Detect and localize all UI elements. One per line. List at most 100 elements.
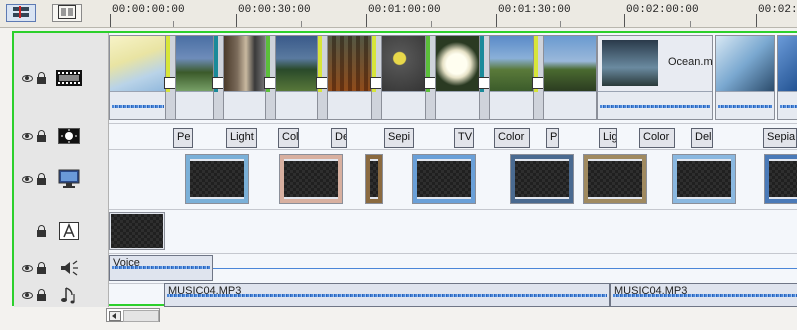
eye-icon[interactable] bbox=[22, 132, 33, 140]
speaker-icon bbox=[56, 258, 82, 278]
time-ruler[interactable]: 00:00:00:00 00:00:30:00 00:01:00:00 00:0… bbox=[106, 0, 797, 27]
video-clip[interactable]: Ocean.m bbox=[597, 35, 713, 120]
scroll-thumb[interactable] bbox=[123, 310, 159, 322]
ruler-tick bbox=[496, 14, 497, 27]
video-clip[interactable] bbox=[381, 35, 427, 120]
music-clip[interactable]: MUSIC04.MP3 bbox=[164, 283, 610, 307]
clip-thumbnail bbox=[382, 36, 426, 92]
effect-clip[interactable]: Col bbox=[278, 128, 299, 148]
music-track: MUSIC04.MP3 MUSIC04.MP3 bbox=[14, 283, 797, 307]
music-clip[interactable]: MUSIC04.MP3 bbox=[610, 283, 797, 307]
effect-clip[interactable]: Del bbox=[691, 128, 713, 148]
music-clip-label: MUSIC04.MP3 bbox=[168, 285, 242, 297]
music-clip-label: MUSIC04.MP3 bbox=[614, 285, 688, 297]
effect-icon bbox=[56, 126, 82, 146]
video-clip[interactable] bbox=[543, 35, 597, 120]
voice-lane[interactable]: Voice bbox=[109, 253, 797, 283]
lock-icon[interactable] bbox=[37, 172, 46, 185]
overlay-clip[interactable] bbox=[365, 154, 383, 204]
ruler-minor-tick bbox=[560, 21, 561, 27]
audio-waveform bbox=[110, 91, 166, 119]
effect-clip[interactable]: Pe bbox=[173, 128, 193, 148]
eye-icon[interactable] bbox=[22, 264, 33, 272]
effect-clip[interactable]: TV bbox=[454, 128, 474, 148]
video-clip[interactable] bbox=[435, 35, 483, 120]
ruler-label: 00:01:30:00 bbox=[498, 4, 571, 16]
ruler-tick bbox=[624, 14, 625, 27]
clip-frame bbox=[602, 40, 658, 86]
ruler-minor-tick bbox=[690, 21, 691, 27]
clip-thumbnail bbox=[224, 36, 268, 92]
lock-icon[interactable] bbox=[37, 129, 46, 142]
voice-clip-label: Voice bbox=[113, 257, 140, 269]
clip-thumbnail bbox=[778, 36, 797, 92]
voice-clip[interactable]: Voice bbox=[109, 255, 213, 281]
effect-clip[interactable]: Light bbox=[226, 128, 257, 148]
timeline-toolbar: 00:00:00:00 00:00:30:00 00:01:00:00 00:0… bbox=[0, 0, 797, 28]
lock-icon[interactable] bbox=[37, 71, 46, 84]
ruler-label: 00:01:00:00 bbox=[368, 4, 441, 16]
effect-clip[interactable]: De bbox=[331, 128, 347, 148]
effect-lane[interactable]: Pe Light Col De Sepi TV Color P Lig Colo… bbox=[109, 123, 797, 149]
lock-icon[interactable] bbox=[37, 261, 46, 274]
effect-clip[interactable]: Color bbox=[494, 128, 530, 148]
overlay-clip[interactable] bbox=[510, 154, 574, 204]
effect-clip[interactable]: Sepia bbox=[763, 128, 797, 148]
title-track bbox=[14, 209, 797, 254]
overlay-clip[interactable] bbox=[185, 154, 249, 204]
effect-clip[interactable]: P bbox=[546, 128, 559, 148]
ruler-tick bbox=[110, 14, 111, 27]
lock-icon[interactable] bbox=[37, 288, 46, 301]
audio-waveform bbox=[778, 91, 797, 119]
volume-line bbox=[213, 268, 797, 269]
eye-icon[interactable] bbox=[22, 175, 33, 183]
clip-lower bbox=[436, 91, 482, 119]
effect-track-header bbox=[14, 123, 109, 149]
video-clip[interactable] bbox=[715, 35, 775, 120]
ruler-tick bbox=[366, 14, 367, 27]
overlay-lane[interactable] bbox=[109, 149, 797, 209]
effect-clip[interactable]: Color bbox=[639, 128, 675, 148]
ruler-label: 00:02:00:00 bbox=[626, 4, 699, 16]
ruler-minor-tick bbox=[173, 21, 174, 27]
video-clip[interactable] bbox=[327, 35, 375, 120]
video-track: Ocean.m bbox=[14, 33, 797, 124]
video-clip[interactable] bbox=[777, 35, 797, 120]
music-lane[interactable]: MUSIC04.MP3 MUSIC04.MP3 bbox=[109, 283, 797, 307]
video-track-header bbox=[14, 33, 109, 123]
lock-icon[interactable] bbox=[37, 224, 46, 237]
effect-track: Pe Light Col De Sepi TV Color P Lig Colo… bbox=[14, 123, 797, 150]
ruler-tick bbox=[236, 14, 237, 27]
clip-lower bbox=[490, 91, 538, 119]
video-clip[interactable] bbox=[109, 35, 167, 120]
video-lane[interactable]: Ocean.m bbox=[109, 33, 797, 123]
effect-clip[interactable]: Sepi bbox=[384, 128, 414, 148]
overlay-clip[interactable] bbox=[672, 154, 736, 204]
storyboard-view-button[interactable] bbox=[52, 4, 82, 22]
film-icon bbox=[56, 68, 82, 88]
title-clip[interactable] bbox=[109, 212, 165, 250]
title-a-icon bbox=[56, 221, 82, 241]
overlay-clip[interactable] bbox=[412, 154, 476, 204]
overlay-clip[interactable] bbox=[583, 154, 647, 204]
timeline-view-button[interactable] bbox=[6, 4, 36, 22]
overlay-clip[interactable] bbox=[764, 154, 797, 204]
effect-clip[interactable]: Lig bbox=[599, 128, 617, 148]
clip-filename: Ocean.m bbox=[668, 56, 713, 68]
film-strip-icon bbox=[58, 4, 76, 22]
clip-lower bbox=[176, 91, 218, 119]
eye-icon[interactable] bbox=[22, 291, 33, 299]
clip-lower bbox=[328, 91, 374, 119]
clip-thumbnail bbox=[544, 36, 596, 92]
music-track-header bbox=[14, 283, 109, 307]
ruler-minor-tick bbox=[431, 21, 432, 27]
title-lane[interactable] bbox=[109, 209, 797, 253]
horizontal-scrollbar[interactable] bbox=[106, 308, 160, 322]
clip-lower bbox=[544, 91, 596, 119]
eye-icon[interactable] bbox=[22, 74, 33, 82]
ruler-label: 00:00:30:00 bbox=[238, 4, 311, 16]
scroll-left-icon[interactable] bbox=[109, 311, 121, 321]
video-clip[interactable] bbox=[223, 35, 269, 120]
timeline-view-icon bbox=[12, 5, 30, 21]
overlay-clip[interactable] bbox=[279, 154, 343, 204]
